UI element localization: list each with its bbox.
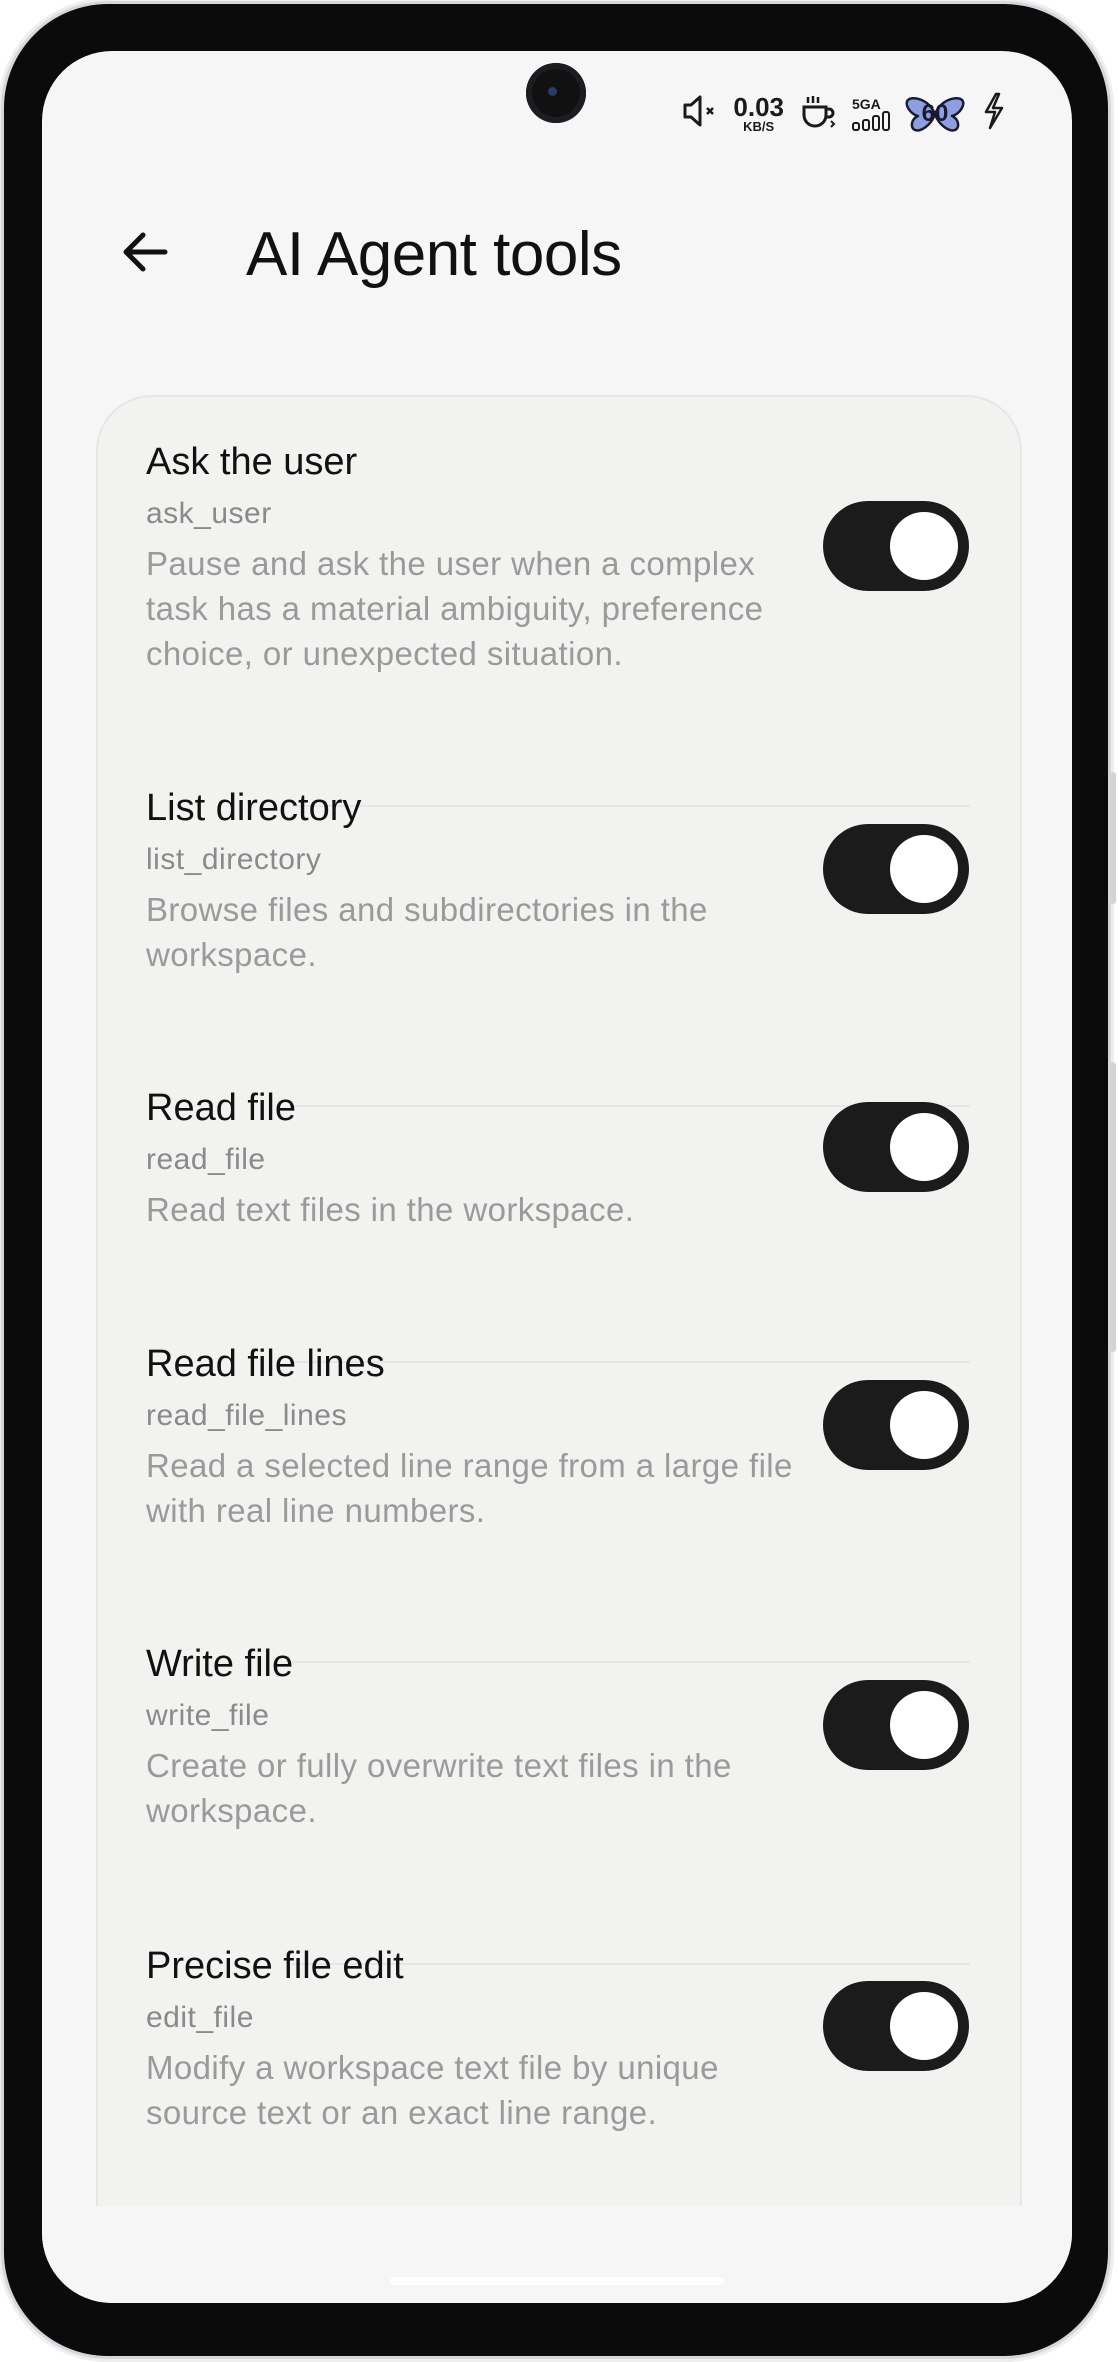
tool-id: edit_file bbox=[146, 2001, 254, 2034]
front-camera bbox=[526, 63, 586, 123]
battery-icon: 60 bbox=[904, 94, 966, 134]
notification-icon bbox=[798, 91, 838, 136]
toggle-edit-file[interactable] bbox=[823, 1981, 969, 2071]
tool-name: Precise file edit bbox=[146, 1945, 404, 1987]
toggle-ask-user[interactable] bbox=[823, 501, 969, 591]
toggle-read-file-lines[interactable] bbox=[823, 1380, 969, 1470]
toggle-knob bbox=[890, 1992, 958, 2060]
mute-icon bbox=[681, 93, 719, 134]
tool-id: list_directory bbox=[146, 843, 322, 876]
charging-icon bbox=[980, 92, 1006, 135]
toggle-knob bbox=[890, 1691, 958, 1759]
toggle-knob bbox=[890, 1391, 958, 1459]
net-speed: 0.03 KB/S bbox=[733, 94, 784, 133]
phone-side-button bbox=[1110, 1062, 1116, 1352]
divider bbox=[292, 1361, 970, 1363]
tool-name: List directory bbox=[146, 787, 362, 829]
divider bbox=[292, 805, 970, 807]
screen: 0.03 KB/S 5GA 60 AI Agent tools Ask the … bbox=[42, 51, 1072, 2303]
phone-frame: 0.03 KB/S 5GA 60 AI Agent tools Ask the … bbox=[4, 4, 1116, 2356]
net-speed-value: 0.03 bbox=[733, 92, 784, 122]
tool-description: Create or fully overwrite text files in … bbox=[146, 1747, 732, 1829]
tool-name: Read file lines bbox=[146, 1343, 385, 1385]
net-speed-unit: KB/S bbox=[743, 119, 775, 134]
phone-side-button bbox=[1110, 772, 1116, 904]
toggle-knob bbox=[890, 1113, 958, 1181]
network-label: 5GA bbox=[852, 95, 881, 112]
gesture-bar[interactable] bbox=[390, 2277, 724, 2285]
tools-card: Ask the user ask_user Pause and ask the … bbox=[96, 395, 1022, 2297]
tool-id: ask_user bbox=[146, 497, 272, 530]
tool-description: Browse files and subdirectories in the w… bbox=[146, 891, 708, 973]
tool-description: Read text files in the workspace. bbox=[146, 1191, 635, 1228]
app-bar: AI Agent tools bbox=[42, 201, 1072, 301]
tool-name: Read file bbox=[146, 1087, 296, 1129]
tool-id: write_file bbox=[146, 1699, 270, 1732]
tool-description: Read a selected line range from a large … bbox=[146, 1447, 793, 1529]
tool-description: Pause and ask the user when a complex ta… bbox=[146, 545, 764, 672]
page-title: AI Agent tools bbox=[246, 220, 622, 289]
tool-id: read_file_lines bbox=[146, 1399, 347, 1432]
tool-id: read_file bbox=[146, 1143, 266, 1176]
bottom-fade bbox=[42, 2206, 1072, 2303]
status-bar: 0.03 KB/S 5GA 60 bbox=[681, 91, 1006, 136]
back-button[interactable] bbox=[114, 221, 176, 283]
toggle-knob bbox=[890, 512, 958, 580]
back-arrow-icon bbox=[123, 232, 168, 272]
signal-icon: 5GA bbox=[852, 97, 890, 131]
battery-level: 60 bbox=[921, 99, 949, 127]
tool-description: Modify a workspace text file by unique s… bbox=[146, 2049, 719, 2131]
tool-name: Ask the user bbox=[146, 441, 358, 483]
toggle-read-file[interactable] bbox=[823, 1102, 969, 1192]
divider bbox=[292, 1661, 970, 1663]
tool-name: Write file bbox=[146, 1643, 294, 1685]
toggle-list-directory[interactable] bbox=[823, 824, 969, 914]
toggle-knob bbox=[890, 835, 958, 903]
toggle-write-file[interactable] bbox=[823, 1680, 969, 1770]
